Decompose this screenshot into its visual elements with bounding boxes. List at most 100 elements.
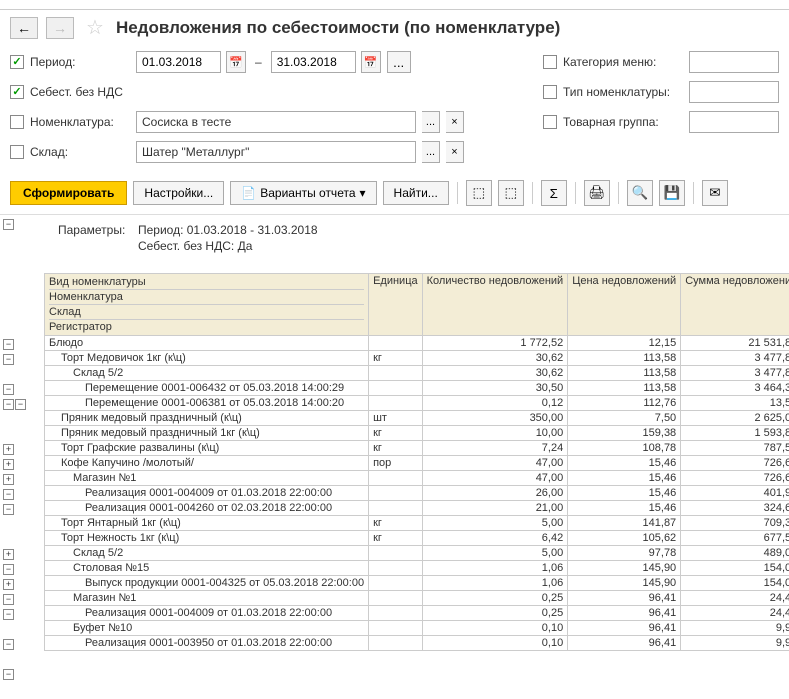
period-checkbox[interactable]: ✓ xyxy=(10,55,24,69)
group-checkbox[interactable] xyxy=(543,115,557,129)
table-row[interactable]: Буфет №100,1096,419,93 xyxy=(45,621,789,636)
cell-price: 113,58 xyxy=(568,366,681,381)
date-to-input[interactable] xyxy=(271,51,356,73)
tree-toggle[interactable]: − xyxy=(3,339,14,350)
tree-toggle[interactable]: − xyxy=(3,639,14,650)
table-row[interactable]: Торт Янтарный 1кг (к\ц)кг5,00141,87709,3… xyxy=(45,516,789,531)
tree-toggle[interactable]: + xyxy=(3,549,14,560)
table-row[interactable]: Реализация 0001-003950 от 01.03.2018 22:… xyxy=(45,636,789,651)
period-dialog-button[interactable]: ... xyxy=(387,51,411,73)
cell-sum: 726,62 xyxy=(681,456,789,471)
print-button[interactable]: 🖨 xyxy=(584,180,610,206)
cell-qty: 30,62 xyxy=(422,366,568,381)
tree-gutter: −−−−−−+++−−+−+−−−− xyxy=(0,215,44,699)
kategoria-label: Категория меню: xyxy=(563,55,683,69)
sum-button[interactable]: Σ xyxy=(541,180,567,206)
nayti-button[interactable]: Найти... xyxy=(383,181,449,205)
cell-unit xyxy=(369,381,423,396)
nomenklatura-dots-button[interactable]: ... xyxy=(422,111,440,133)
date-from-input[interactable] xyxy=(136,51,221,73)
table-row[interactable]: Реализация 0001-004260 от 02.03.2018 22:… xyxy=(45,501,789,516)
back-button[interactable]: ← xyxy=(10,17,38,39)
tree-toggle[interactable]: − xyxy=(3,564,14,575)
sklad-clear-button[interactable]: × xyxy=(446,141,464,163)
cell-price: 97,78 xyxy=(568,546,681,561)
cell-qty: 1,06 xyxy=(422,576,568,591)
tree-toggle[interactable]: − xyxy=(3,399,14,410)
kategoria-checkbox[interactable] xyxy=(543,55,557,69)
sformirovat-button[interactable]: Сформировать xyxy=(10,181,127,205)
tree-toggle[interactable]: + xyxy=(3,474,14,485)
table-row[interactable]: Пряник медовый праздничный 1кг (к\ц)кг10… xyxy=(45,426,789,441)
date-to-picker-icon[interactable]: 📅 xyxy=(361,51,381,73)
kategoria-input[interactable] xyxy=(689,51,779,73)
tip-checkbox[interactable] xyxy=(543,85,557,99)
table-row[interactable]: Блюдо1 772,5212,1521 531,85 xyxy=(45,336,789,351)
tree-toggle[interactable]: − xyxy=(15,399,26,410)
sebest-checkbox[interactable]: ✓ xyxy=(10,85,24,99)
cell-sum: 3 477,85 xyxy=(681,366,789,381)
group-input[interactable] xyxy=(689,111,779,133)
report-params: Параметры: Период: 01.03.2018 - 31.03.20… xyxy=(44,215,789,263)
nomenklatura-label: Номенклатура: xyxy=(30,115,130,129)
print-icon: 🖨 xyxy=(588,185,605,201)
save-button[interactable]: 💾 xyxy=(659,180,685,206)
cell-name: Кофе Капучино /молотый/ xyxy=(45,456,369,471)
table-row[interactable]: Торт Нежность 1кг (к\ц)кг6,42105,62677,5… xyxy=(45,531,789,546)
email-button[interactable]: ✉ xyxy=(702,180,728,206)
forward-button[interactable]: → xyxy=(46,17,74,39)
date-from-picker-icon[interactable]: 📅 xyxy=(226,51,246,73)
sigma-icon: Σ xyxy=(550,186,558,201)
sklad-input[interactable]: Шатер "Металлург" xyxy=(136,141,416,163)
save-icon: 💾 xyxy=(663,185,680,201)
cell-price: 15,46 xyxy=(568,486,681,501)
table-row[interactable]: Магазин №10,2596,4124,49 xyxy=(45,591,789,606)
table-row[interactable]: Перемещение 0001-006381 от 05.03.2018 14… xyxy=(45,396,789,411)
table-row[interactable]: Выпуск продукции 0001-004325 от 05.03.20… xyxy=(45,576,789,591)
table-row[interactable]: Кофе Капучино /молотый/пор47,0015,46726,… xyxy=(45,456,789,471)
nastroyki-button[interactable]: Настройки... xyxy=(133,181,224,205)
table-row[interactable]: Склад 5/25,0097,78489,08 xyxy=(45,546,789,561)
table-row[interactable]: Склад 5/230,62113,583 477,85 xyxy=(45,366,789,381)
table-row[interactable]: Реализация 0001-004009 от 01.03.2018 22:… xyxy=(45,606,789,621)
expand-all-button[interactable]: ⬚ xyxy=(466,180,492,206)
tree-toggle[interactable]: + xyxy=(3,579,14,590)
col-reg: Регистратор xyxy=(49,320,364,334)
cell-qty: 30,62 xyxy=(422,351,568,366)
cell-sum: 726,62 xyxy=(681,471,789,486)
tree-toggle[interactable]: + xyxy=(3,444,14,455)
table-row[interactable]: Торт Графские развалины (к\ц)кг7,24108,7… xyxy=(45,441,789,456)
cell-name: Пряник медовый праздничный (к\ц) xyxy=(45,411,369,426)
sklad-checkbox[interactable] xyxy=(10,145,24,159)
cell-price: 159,38 xyxy=(568,426,681,441)
table-row[interactable]: Пряник медовый праздничный (к\ц)шт350,00… xyxy=(45,411,789,426)
tree-toggle[interactable]: − xyxy=(3,219,14,230)
tree-toggle[interactable]: − xyxy=(3,354,14,365)
table-row[interactable]: Столовая №151,06145,90154,07 xyxy=(45,561,789,576)
cell-qty: 21,00 xyxy=(422,501,568,516)
tip-input[interactable] xyxy=(689,81,779,103)
nomenklatura-checkbox[interactable] xyxy=(10,115,24,129)
cell-name: Столовая №15 xyxy=(45,561,369,576)
tree-toggle[interactable]: − xyxy=(3,609,14,620)
table-row[interactable]: Торт Медовичок 1кг (к\ц)кг30,62113,583 4… xyxy=(45,351,789,366)
tree-toggle[interactable]: − xyxy=(3,489,14,500)
tree-toggle[interactable]: − xyxy=(3,384,14,395)
cell-unit xyxy=(369,546,423,561)
nomenklatura-clear-button[interactable]: × xyxy=(446,111,464,133)
cell-qty: 350,00 xyxy=(422,411,568,426)
nomenklatura-input[interactable]: Сосиска в тесте xyxy=(136,111,416,133)
table-row[interactable]: Реализация 0001-004009 от 01.03.2018 22:… xyxy=(45,486,789,501)
varianty-button[interactable]: 📄Варианты отчета▾ xyxy=(230,181,376,205)
tree-toggle[interactable]: − xyxy=(3,594,14,605)
tree-toggle[interactable]: + xyxy=(3,459,14,470)
tree-toggle[interactable]: − xyxy=(3,504,14,515)
table-row[interactable]: Перемещение 0001-006432 от 05.03.2018 14… xyxy=(45,381,789,396)
tree-toggle[interactable]: − xyxy=(3,669,14,680)
cell-unit: пор xyxy=(369,456,423,471)
sklad-dots-button[interactable]: ... xyxy=(422,141,440,163)
favorite-icon[interactable]: ☆ xyxy=(86,15,104,40)
table-row[interactable]: Магазин №147,0015,46726,62 xyxy=(45,471,789,486)
preview-button[interactable]: 🔍 xyxy=(627,180,653,206)
collapse-all-button[interactable]: ⬚ xyxy=(498,180,524,206)
